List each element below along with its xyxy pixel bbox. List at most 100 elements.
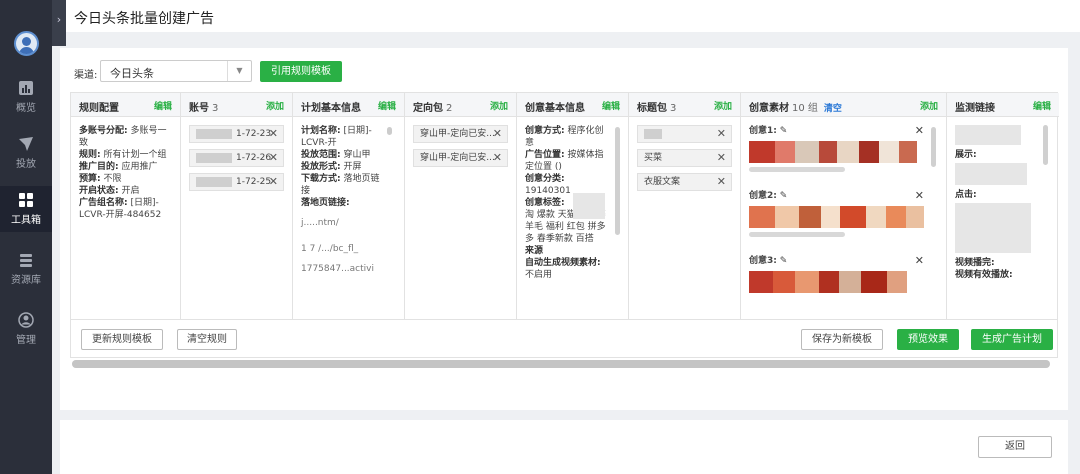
column-titles: 标题包 3 添加 ✕ 买菜 ✕ 衣服文案 ✕ (629, 93, 741, 319)
send-icon (19, 137, 33, 151)
monitor-line: 展示: (955, 150, 977, 160)
sidebar: 概览 投放 工具箱 资源库 管理 (0, 0, 52, 474)
chevron-right-icon: › (56, 13, 62, 26)
creative-line: 自动生成视频素材: 不启用 (525, 258, 601, 280)
clear-rules-button[interactable]: 清空规则 (177, 329, 237, 350)
close-icon[interactable]: ✕ (493, 126, 502, 142)
page-title: 今日头条批量创建广告 (74, 11, 214, 27)
sidebar-collapse-toggle[interactable]: › (52, 0, 66, 46)
landing-url-fragment: j.....ntm/ (301, 218, 339, 228)
back-button[interactable]: 返回 (978, 436, 1052, 458)
account-tag: 1-72-25 ✕ (189, 173, 284, 191)
plan-line: 投放形式: 开屏 (301, 162, 362, 172)
monitor-line: 视频播完: (955, 258, 995, 268)
scrollbar[interactable] (1043, 125, 1048, 165)
sidebar-item-label: 管理 (16, 335, 36, 346)
add-title-button[interactable]: 添加 (714, 99, 732, 112)
add-targeting-button[interactable]: 添加 (490, 99, 508, 112)
targeting-tag: 穿山甲-定向已安... ✕ (413, 125, 508, 143)
sidebar-item-label: 资源库 (11, 275, 41, 286)
rule-line: 多账号分配: 多账号一致 (79, 126, 167, 148)
generate-plan-button[interactable]: 生成广告计划 (971, 329, 1053, 350)
close-icon[interactable]: ✕ (269, 126, 278, 142)
database-icon (20, 254, 32, 267)
scrollbar[interactable] (615, 127, 620, 235)
sidebar-item-label: 概览 (16, 103, 36, 114)
sidebar-item-label: 投放 (16, 159, 36, 170)
redacted-block (573, 193, 605, 219)
close-icon[interactable]: ✕ (915, 255, 924, 267)
add-account-button[interactable]: 添加 (266, 99, 284, 112)
sidebar-item-label: 工具箱 (11, 215, 41, 226)
column-title: 标题包 3 (637, 103, 677, 114)
close-icon[interactable]: ✕ (717, 174, 726, 190)
pencil-icon[interactable]: ✎ (780, 191, 788, 201)
column-plan: 计划基本信息 编辑 计划名称: [日期]-LCVR-开 投放范围: 穿山甲 投放形… (293, 93, 405, 319)
cite-template-button[interactable]: 引用规则模板 (260, 61, 342, 82)
sidebar-item-library[interactable]: 资源库 (0, 252, 52, 294)
close-icon[interactable]: ✕ (717, 150, 726, 166)
creative-line: 广告位置: 按媒体指定位置 () (525, 150, 604, 172)
clear-materials-button[interactable]: 清空 (824, 104, 842, 114)
landing-url-fragment: 1775847...activi (301, 264, 374, 274)
preview-button[interactable]: 预览效果 (897, 329, 959, 350)
sidebar-item-overview[interactable]: 概览 (0, 80, 52, 122)
avatar[interactable] (14, 31, 39, 56)
rule-line: 广告组名称: [日期]-LCVR-开屏-484652 (79, 198, 162, 220)
column-monitor: 监测链接 编辑 展示: 点击: 视频播完: 视频有效播放: (947, 93, 1059, 319)
creative-group: 创意2: ✎ ✕ (749, 190, 925, 237)
monitor-line: 视频有效播放: (955, 270, 1013, 280)
creative-thumbnail (749, 206, 925, 228)
redacted-block (955, 163, 1027, 185)
close-icon[interactable]: ✕ (269, 174, 278, 190)
scrollbar[interactable] (387, 127, 392, 135)
add-material-button[interactable]: 添加 (920, 99, 938, 112)
close-icon[interactable]: ✕ (717, 126, 726, 142)
title-tag: 买菜 ✕ (637, 149, 732, 167)
column-materials: 创意素材 10 组清空 添加 创意1: ✎ ✕ 创意2: ✎ ✕ 创意3: ✎ … (741, 93, 947, 319)
column-title: 创意基本信息 (525, 103, 585, 114)
column-rules: 规则配置 编辑 多账号分配: 多账号一致 规则: 所有计划一个组 推广目的: 应用… (71, 93, 181, 319)
scrollbar[interactable] (931, 127, 936, 167)
column-accounts: 账号 3 添加 1-72-23 ✕ 1-72-26 ✕ 1-72-25 ✕ (181, 93, 293, 319)
toolbox-icon (19, 193, 33, 207)
close-icon[interactable]: ✕ (269, 150, 278, 166)
sidebar-item-toolbox[interactable]: 工具箱 (0, 186, 52, 232)
column-creative: 创意基本信息 编辑 创意方式: 程序化创意 广告位置: 按媒体指定位置 () 创意… (517, 93, 629, 319)
close-icon[interactable]: ✕ (915, 125, 924, 137)
rules-table: 规则配置 编辑 多账号分配: 多账号一致 规则: 所有计划一个组 推广目的: 应用… (70, 92, 1059, 359)
column-title: 规则配置 (79, 103, 119, 114)
top-bar: 今日头条批量创建广告 (66, 0, 1080, 32)
update-template-button[interactable]: 更新规则模板 (81, 329, 163, 350)
pencil-icon[interactable]: ✎ (780, 126, 788, 136)
close-icon[interactable]: ✕ (915, 190, 924, 202)
landing-url-fragment: 1 7 /.../bc_fl_ (301, 244, 359, 254)
edit-rules-button[interactable]: 编辑 (154, 99, 172, 112)
plan-line: 计划名称: [日期]-LCVR-开 (301, 126, 372, 148)
rule-line: 预算: 不限 (79, 174, 122, 184)
edit-plan-button[interactable]: 编辑 (378, 99, 396, 112)
sidebar-item-delivery[interactable]: 投放 (0, 136, 52, 178)
targeting-tag: 穿山甲-定向已安... ✕ (413, 149, 508, 167)
horizontal-scrollbar[interactable] (72, 360, 1050, 368)
rule-line: 规则: 所有计划一个组 (79, 150, 167, 160)
monitor-line: 点击: (955, 190, 977, 200)
creative-thumbnail (749, 271, 924, 293)
account-tag: 1-72-26 ✕ (189, 149, 284, 167)
save-new-template-button[interactable]: 保存为新模板 (801, 329, 883, 350)
rule-line: 推广目的: 应用推广 (79, 162, 158, 172)
bottom-bar: 返回 (60, 420, 1068, 474)
edit-monitor-button[interactable]: 编辑 (1033, 99, 1051, 112)
creative-line: 来源 (525, 246, 544, 256)
table-footer: 更新规则模板 清空规则 保存为新模板 预览效果 生成广告计划 (71, 319, 1057, 359)
title-tag: 衣服文案 ✕ (637, 173, 732, 191)
plan-line: 投放范围: 穿山甲 (301, 150, 371, 160)
title-tag: ✕ (637, 125, 732, 143)
pencil-icon[interactable]: ✎ (780, 256, 788, 266)
column-title: 账号 3 (189, 103, 219, 114)
close-icon[interactable]: ✕ (493, 150, 502, 166)
sidebar-item-manage[interactable]: 管理 (0, 312, 52, 354)
edit-creative-button[interactable]: 编辑 (602, 99, 620, 112)
column-title: 定向包 2 (413, 103, 453, 114)
channel-select[interactable]: 今日头条 ▼ (100, 60, 252, 82)
